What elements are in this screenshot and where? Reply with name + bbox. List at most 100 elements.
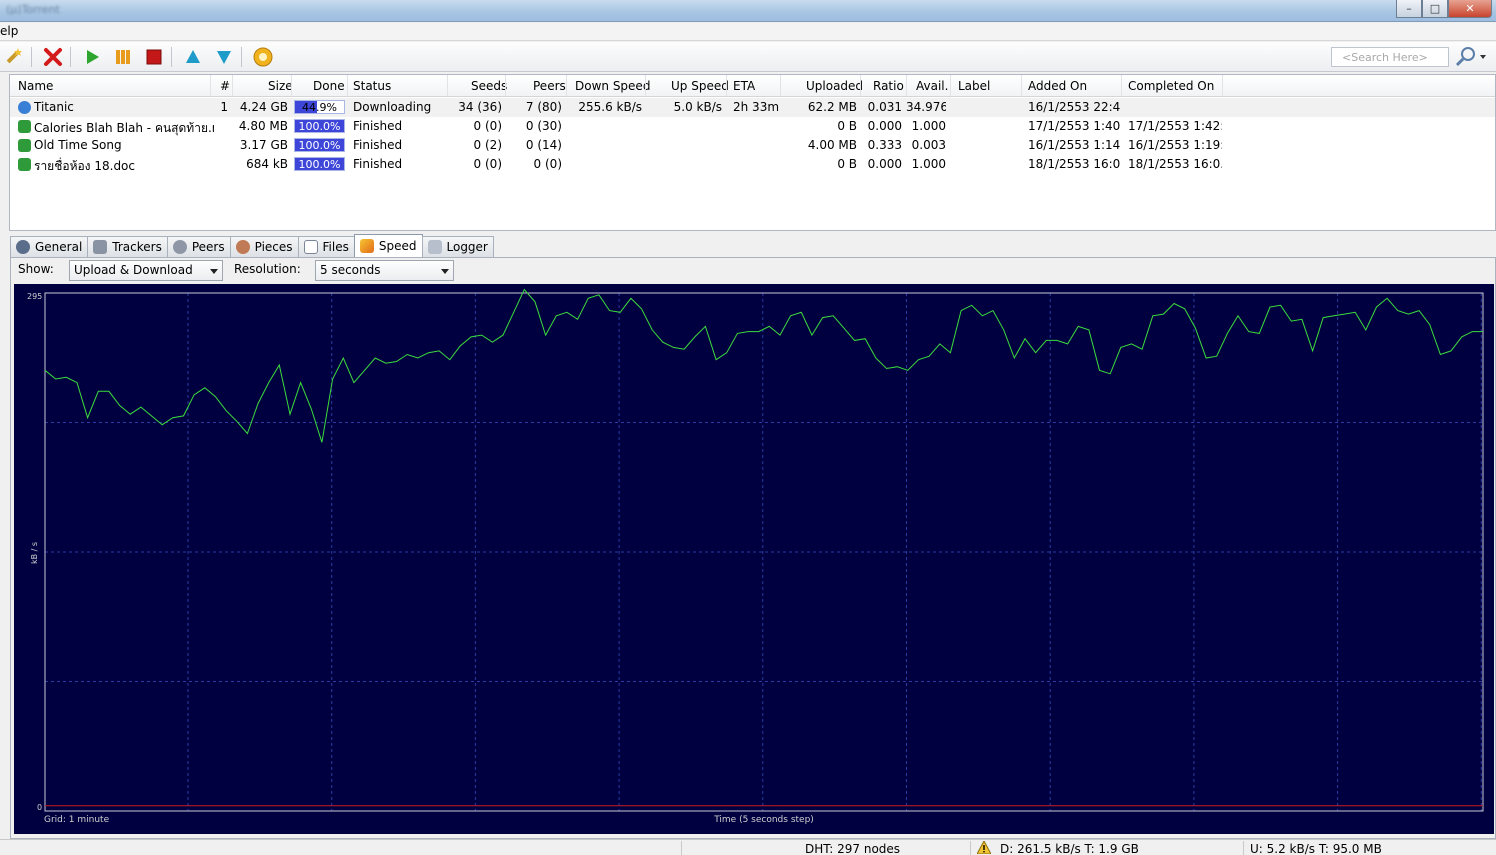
pause-icon[interactable] (111, 45, 135, 69)
finished-icon (18, 120, 31, 133)
show-select[interactable]: Upload & Download (69, 260, 223, 281)
torrent-down-speed: 255.6 kB/s (578, 100, 642, 114)
resolution-select[interactable]: 5 seconds (315, 260, 454, 281)
col-peers[interactable]: Peers (533, 79, 566, 93)
torrent-peers: 0 (0) (533, 157, 562, 171)
torrent-row[interactable]: Old Time Song 3.17 GB Finished 0 (2) 0 (14) 4… (10, 136, 1495, 155)
torrent-size: 4.24 GB (239, 100, 288, 114)
torrent-avail: 1.000 (911, 157, 946, 171)
start-icon[interactable] (80, 45, 104, 69)
torrent-peers: 0 (14) (525, 138, 562, 152)
torrent-peers: 7 (80) (525, 100, 562, 114)
col-up-speed[interactable]: Up Speed (671, 79, 729, 93)
progress-bar: 100.0% (294, 119, 345, 133)
tab-trackers[interactable]: Trackers (87, 236, 168, 257)
col-avail[interactable]: Avail. (916, 79, 948, 93)
y-tick-min: 0 (37, 803, 42, 812)
download-series-line (44, 288, 1483, 443)
move-down-icon[interactable] (212, 45, 236, 69)
minimize-button[interactable]: – (1396, 0, 1422, 18)
download-status: D: 261.5 kB/s T: 1.9 GB (1000, 842, 1139, 855)
remove-icon[interactable] (41, 45, 65, 69)
stop-icon[interactable] (142, 45, 166, 69)
dht-status: DHT: 297 nodes (805, 842, 901, 855)
move-up-icon[interactable] (181, 45, 205, 69)
title-bar: (µ)Torrent – □ ✕ (0, 0, 1496, 22)
torrent-uploaded: 0 B (837, 157, 857, 171)
maximize-button[interactable]: □ (1422, 0, 1448, 18)
col-down-speed[interactable]: Down Speed (575, 79, 650, 93)
tab-speed[interactable]: Speed (353, 234, 423, 257)
trackers-icon (93, 240, 108, 254)
search-button[interactable] (1454, 45, 1494, 69)
progress-bar: 100.0% (294, 138, 345, 152)
speed-pane: Show: Upload & Download Resolution: 5 se… (10, 257, 1496, 839)
speed-icon (359, 239, 374, 253)
col-label[interactable]: Label (958, 79, 990, 93)
column-header: Name # Size Done Status Seeds Peers Down… (10, 75, 1495, 97)
col-added-on[interactable]: Added On (1028, 79, 1087, 93)
torrent-size: 3.17 GB (239, 138, 288, 152)
col-completed-on[interactable]: Completed On (1128, 79, 1214, 93)
speed-graph: 295 0 kB / s Grid: 1 minute Time (5 seco… (14, 284, 1494, 834)
col-ratio[interactable]: Ratio (873, 79, 904, 93)
torrent-ratio: 0.000 (867, 119, 902, 133)
torrent-seeds: 0 (2) (473, 138, 502, 152)
col-status[interactable]: Status (353, 79, 391, 93)
y-axis-label: kB / s (30, 542, 39, 564)
torrent-ratio: 0.000 (867, 157, 902, 171)
torrent-completed-on: 17/1/2553 1:42:... (1128, 119, 1222, 133)
torrent-seeds: 0 (0) (473, 157, 502, 171)
tab-logger[interactable]: Logger (421, 236, 494, 257)
torrent-row[interactable]: Calories Blah Blah - คนสุดท้าย.m...4.80 … (10, 117, 1495, 136)
upload-status: U: 5.2 kB/s T: 95.0 MB (1250, 842, 1382, 855)
torrent-avail: 1.000 (911, 119, 946, 133)
torrent-queue-num: 1 (220, 100, 228, 114)
col-num[interactable]: # (220, 79, 230, 93)
torrent-size: 684 kB (246, 157, 288, 171)
torrent-added-on: 17/1/2553 1:40:... (1028, 119, 1120, 133)
torrent-seeds: 0 (0) (473, 119, 502, 133)
chevron-down-icon (1480, 55, 1486, 59)
grid-label: Grid: 1 minute (44, 815, 110, 825)
torrent-seeds: 34 (36) (458, 100, 502, 114)
col-eta[interactable]: ETA (733, 79, 755, 93)
torrent-uploaded: 0 B (837, 119, 857, 133)
tab-pieces[interactable]: Pieces (229, 236, 299, 257)
torrent-status: Finished (353, 138, 403, 152)
torrent-row[interactable]: Titanic 1 4.24 GB Downloading 34 (36) 7 (80) 2… (10, 98, 1495, 117)
preferences-icon[interactable] (251, 45, 275, 69)
tab-peers[interactable]: Peers (166, 236, 231, 257)
torrent-peers: 0 (30) (525, 119, 562, 133)
col-uploaded[interactable]: Uploaded (806, 79, 863, 93)
torrent-list[interactable]: Name # Size Done Status Seeds Peers Down… (9, 74, 1496, 231)
tab-general[interactable]: General (10, 236, 89, 257)
menu-help[interactable]: elp (0, 24, 18, 38)
add-torrent-wizard-icon[interactable] (2, 45, 26, 69)
col-done[interactable]: Done (313, 79, 345, 93)
menu-bar: elp (0, 23, 1496, 41)
progress-text: 100.0% (298, 139, 341, 152)
progress-text: 44.9% (302, 101, 337, 114)
warning-icon[interactable] (976, 839, 992, 855)
close-button[interactable]: ✕ (1448, 0, 1492, 18)
torrent-status: Finished (353, 157, 403, 171)
col-seeds[interactable]: Seeds (471, 79, 507, 93)
tab-files[interactable]: Files (297, 236, 355, 257)
progress-bar: 44.9% (294, 100, 345, 114)
col-size[interactable]: Size (268, 79, 293, 93)
torrent-completed-on: 18/1/2553 16:0... (1128, 157, 1222, 171)
search-input[interactable]: <Search Here> (1331, 47, 1449, 67)
x-axis-label: Time (5 seconds step) (713, 815, 814, 825)
torrent-status: Downloading (353, 100, 432, 114)
logger-icon (427, 240, 442, 254)
torrent-row[interactable]: รายชื่อห้อง 18.doc 684 kB Finished 0 (0) 0 (… (10, 155, 1495, 174)
torrent-added-on: 18/1/2553 16:0... (1028, 157, 1120, 171)
finished-icon (18, 158, 31, 171)
progress-bar: 100.0% (294, 157, 345, 171)
torrent-avail: 0.003 (911, 138, 946, 152)
info-icon (16, 240, 30, 254)
torrent-added-on: 16/1/2553 1:14:... (1028, 138, 1120, 152)
col-name[interactable]: Name (18, 79, 53, 93)
y-tick-max: 295 (27, 292, 42, 301)
